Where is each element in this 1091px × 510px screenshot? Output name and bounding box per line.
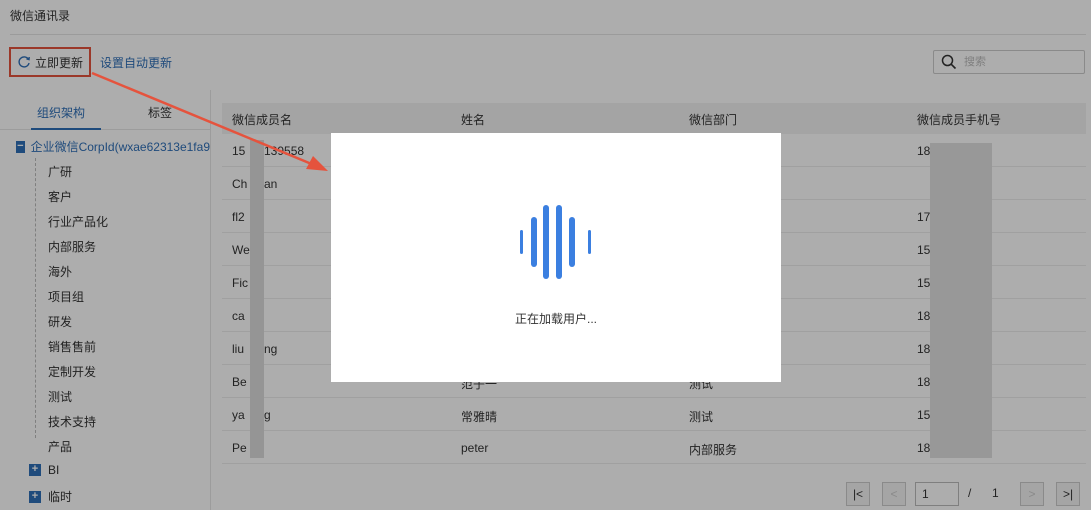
loading-spinner-icon bbox=[520, 205, 591, 279]
loading-modal: 正在加载用户... bbox=[331, 133, 781, 382]
loading-text: 正在加载用户... bbox=[514, 312, 597, 326]
